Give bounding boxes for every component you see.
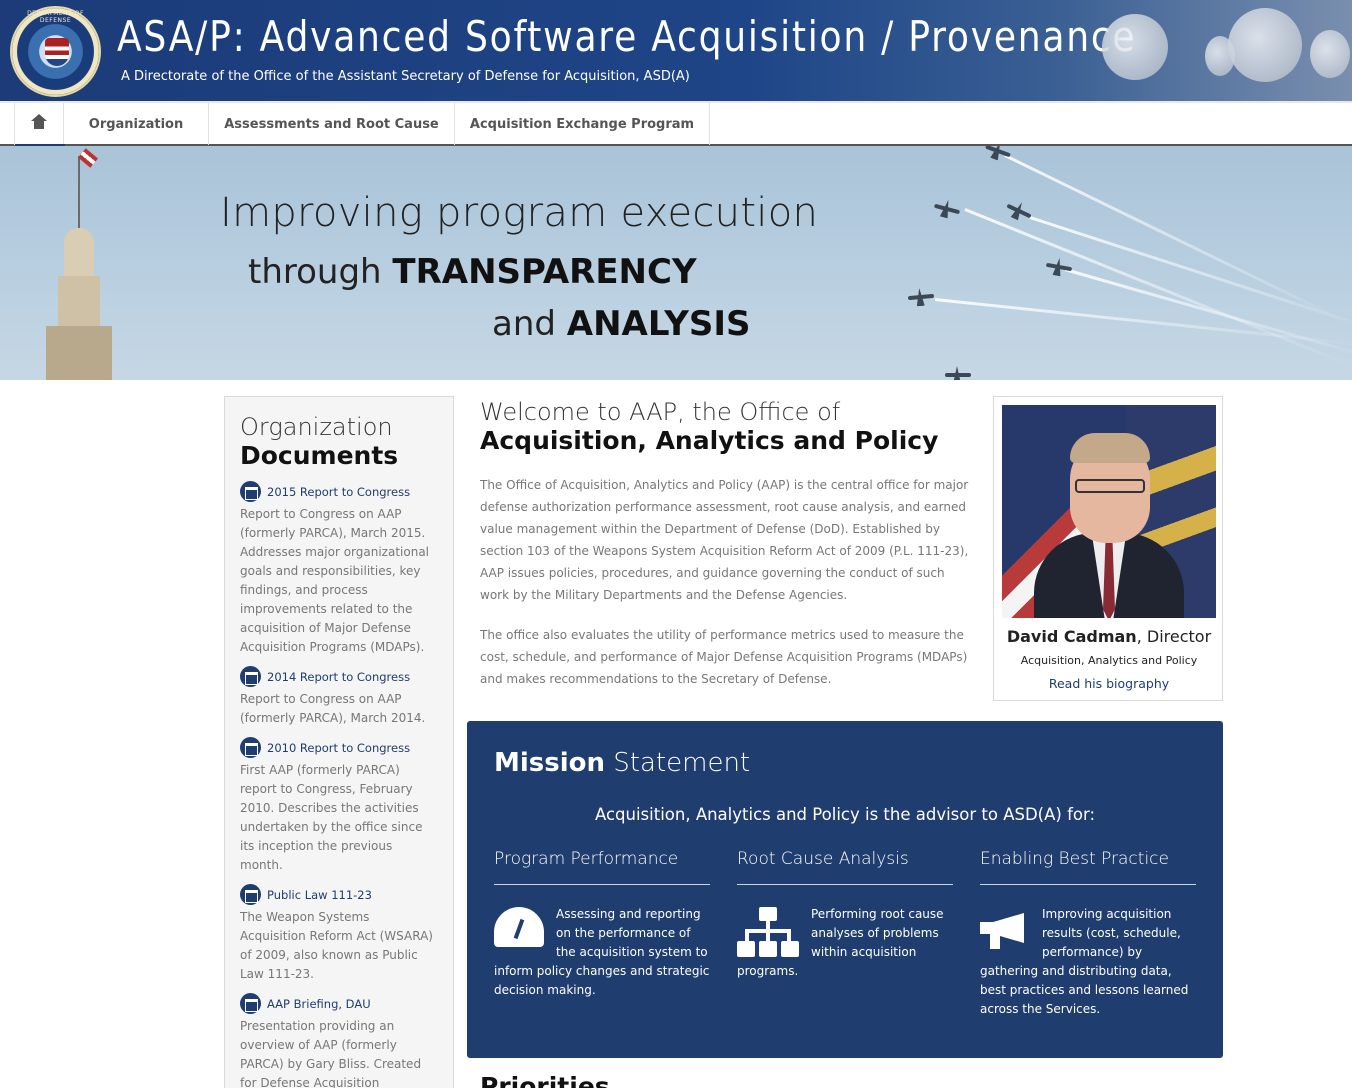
doc-link-2010-report[interactable]: 2010 Report to Congress <box>267 741 410 755</box>
mission-column-root-cause: Root Cause Analysis Performing root caus… <box>737 849 953 981</box>
main-nav: Organization Assessments and Root Cause … <box>0 101 1352 148</box>
sidebar-title-bold: Documents <box>240 441 399 470</box>
doc-link-aap-briefing[interactable]: AAP Briefing, DAU <box>267 997 371 1011</box>
doc-description: First AAP (formerly PARCA) report to Con… <box>240 763 423 872</box>
nav-acquisition-exchange[interactable]: Acquisition Exchange Program <box>455 103 710 145</box>
building-icon <box>240 481 261 502</box>
welcome-paragraph-1: The Office of Acquisition, Analytics and… <box>480 478 969 602</box>
jet-icon <box>908 291 935 303</box>
mission-column-program-performance: Program Performance Assessing and report… <box>494 849 710 1000</box>
welcome-title-bold: Acquisition, Analytics and Policy <box>480 426 939 455</box>
sitemap-icon <box>737 907 799 959</box>
nav-home[interactable] <box>14 103 65 148</box>
home-icon <box>31 114 47 130</box>
satellite-dish-image <box>1102 14 1168 80</box>
mission-column-best-practice: Enabling Best Practice Improving acquisi… <box>980 849 1196 1019</box>
hero-line-3: and ANALYSIS <box>492 304 751 344</box>
document-item: Public Law 111-23 The Weapon Systems Acq… <box>240 884 438 984</box>
doc-description: Presentation providing an overview of AA… <box>240 1019 422 1088</box>
hero-banner: Improving program execution through TRAN… <box>0 146 1352 380</box>
jet-icon <box>1045 260 1072 274</box>
scale-icon <box>240 884 261 905</box>
welcome-title-light: Welcome to AAP, the Office of <box>480 398 841 426</box>
doc-description: Report to Congress on AAP (formerly PARC… <box>240 692 426 725</box>
mission-column-heading: Program Performance <box>494 849 710 885</box>
satellite-dish-image <box>1310 30 1350 78</box>
director-card: David Cadman, Director Acquisition, Anal… <box>993 396 1223 701</box>
megaphone-icon <box>980 907 1030 949</box>
doc-description: The Weapon Systems Acquisition Reform Ac… <box>240 910 433 981</box>
jet-icon <box>1005 201 1033 221</box>
site-title[interactable]: ASA/P: Advanced Software Acquisition / P… <box>117 12 1136 61</box>
director-photo <box>1002 405 1216 618</box>
flag-icon <box>78 148 98 168</box>
doc-link-public-law[interactable]: Public Law 111-23 <box>267 888 372 902</box>
site-subtitle: A Directorate of the Office of the Assis… <box>121 69 690 84</box>
mission-title: Mission Statement <box>494 748 751 778</box>
organization-documents-panel: Organization Documents 2015 Report to Co… <box>224 396 454 1088</box>
nav-organization[interactable]: Organization <box>64 103 209 145</box>
sidebar-title-light: Organization <box>240 413 393 441</box>
mission-column-heading: Root Cause Analysis <box>737 849 953 885</box>
mission-statement-panel: Mission Statement Acquisition, Analytics… <box>467 721 1223 1058</box>
eagle-shield-icon <box>45 38 69 66</box>
director-name: David Cadman, Director <box>1006 627 1212 646</box>
satellite-dish-image <box>1228 8 1302 82</box>
welcome-paragraph-2: The office also evaluates the utility of… <box>480 628 968 686</box>
hero-line-2: through TRANSPARENCY <box>248 252 697 292</box>
building-icon <box>240 737 261 758</box>
dod-seal-logo[interactable]: DEPARTMENT OF DEFENSE <box>10 6 101 97</box>
jet-icon <box>984 146 1012 160</box>
doc-link-2015-report[interactable]: 2015 Report to Congress <box>267 485 410 499</box>
document-item: 2015 Report to Congress Report to Congre… <box>240 481 438 657</box>
doc-description: Report to Congress on AAP (formerly PARC… <box>240 507 430 654</box>
nav-assessments-root-cause[interactable]: Assessments and Root Cause <box>209 103 455 145</box>
jet-icon <box>933 201 961 217</box>
mission-column-heading: Enabling Best Practice <box>980 849 1196 885</box>
director-organization: Acquisition, Analytics and Policy <box>1020 654 1198 667</box>
building-tower-image <box>40 148 130 380</box>
monitor-icon <box>240 993 261 1014</box>
priorities-heading: Priorities <box>480 1072 610 1088</box>
seal-text: DEPARTMENT OF DEFENSE <box>27 10 84 24</box>
hero-line-1: Improving program execution <box>220 190 819 236</box>
document-item: 2014 Report to Congress Report to Congre… <box>240 666 438 728</box>
jet-icon <box>945 370 971 380</box>
document-item: AAP Briefing, DAU Presentation providing… <box>240 993 438 1088</box>
gauge-icon <box>494 907 544 947</box>
site-header: DEPARTMENT OF DEFENSE ASA/P: Advanced So… <box>0 0 1352 101</box>
mission-lead: Acquisition, Analytics and Policy is the… <box>594 805 1096 824</box>
document-item: 2010 Report to Congress First AAP (forme… <box>240 737 438 875</box>
doc-link-2014-report[interactable]: 2014 Report to Congress <box>267 670 410 684</box>
read-biography-link[interactable]: Read his biography <box>994 676 1224 691</box>
building-icon <box>240 666 261 687</box>
